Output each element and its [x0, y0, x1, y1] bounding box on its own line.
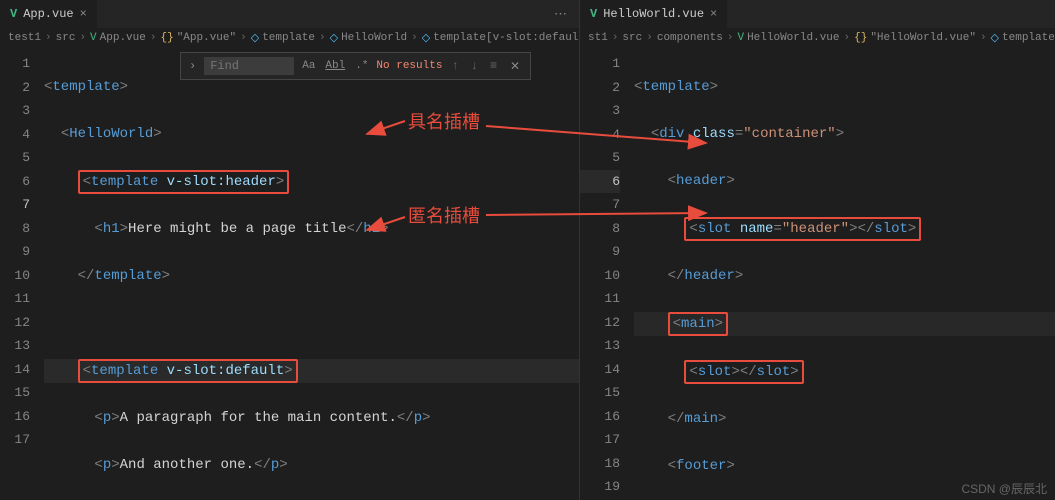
find-results: No results — [376, 60, 442, 72]
watermark: CSDN @辰辰北 — [961, 480, 1047, 497]
anon-slot-def: <slot></slot> — [684, 360, 803, 384]
selection-icon[interactable]: ≡ — [487, 59, 500, 73]
tab-label: HelloWorld.vue — [603, 7, 704, 21]
find-input[interactable] — [204, 57, 294, 75]
match-case-icon[interactable]: Aa — [300, 60, 317, 72]
tab-label: App.vue — [23, 7, 73, 21]
gutter-left: 123 456 789 101112 131415 1617 — [0, 48, 44, 500]
prev-match-icon[interactable]: ↑ — [448, 59, 461, 73]
code-left[interactable]: <template> <HelloWorld> <template v-slot… — [44, 48, 579, 500]
named-slot-usage: <template v-slot:header> — [78, 170, 290, 194]
editor-pane-right: V HelloWorld.vue × st1› src› components›… — [580, 0, 1055, 500]
vue-icon: V — [590, 7, 597, 21]
close-icon[interactable]: × — [80, 7, 87, 21]
regex-icon[interactable]: .* — [353, 60, 370, 72]
vue-icon: V — [10, 7, 17, 21]
find-widget[interactable]: › Aa Abl .* No results ↑ ↓ ≡ ✕ — [180, 52, 531, 80]
gutter-right: 123 45 6 789 101112 131415 161718 19 — [580, 48, 634, 500]
breadcrumb-right[interactable]: st1› src› components› V HelloWorld.vue› … — [580, 28, 1055, 48]
named-slot-def-header: <slot name="header"></slot> — [684, 217, 921, 241]
editor-left[interactable]: 123 456 789 101112 131415 1617 <template… — [0, 48, 579, 500]
more-icon[interactable]: ⋯ — [554, 7, 579, 22]
close-icon[interactable]: ✕ — [506, 59, 524, 74]
editor-right[interactable]: 123 45 6 789 101112 131415 161718 19 <te… — [580, 48, 1055, 500]
anon-slot-usage: <template v-slot:default> — [78, 359, 298, 383]
tab-bar-right: V HelloWorld.vue × — [580, 0, 1055, 28]
code-right[interactable]: <template> <div class="container"> <head… — [634, 48, 1055, 500]
tab-bar-left: V App.vue × ⋯ — [0, 0, 579, 28]
tab-helloworld-vue[interactable]: V HelloWorld.vue × — [580, 0, 727, 28]
main-tag: <main> — [668, 312, 728, 336]
breadcrumb-left[interactable]: test1› src› V App.vue› {} "App.vue"› ◇ t… — [0, 28, 579, 48]
close-icon[interactable]: × — [710, 7, 717, 21]
match-word-icon[interactable]: Abl — [323, 60, 347, 72]
next-match-icon[interactable]: ↓ — [468, 59, 481, 73]
tab-app-vue[interactable]: V App.vue × — [0, 0, 97, 28]
chevron-right-icon[interactable]: › — [187, 59, 198, 73]
